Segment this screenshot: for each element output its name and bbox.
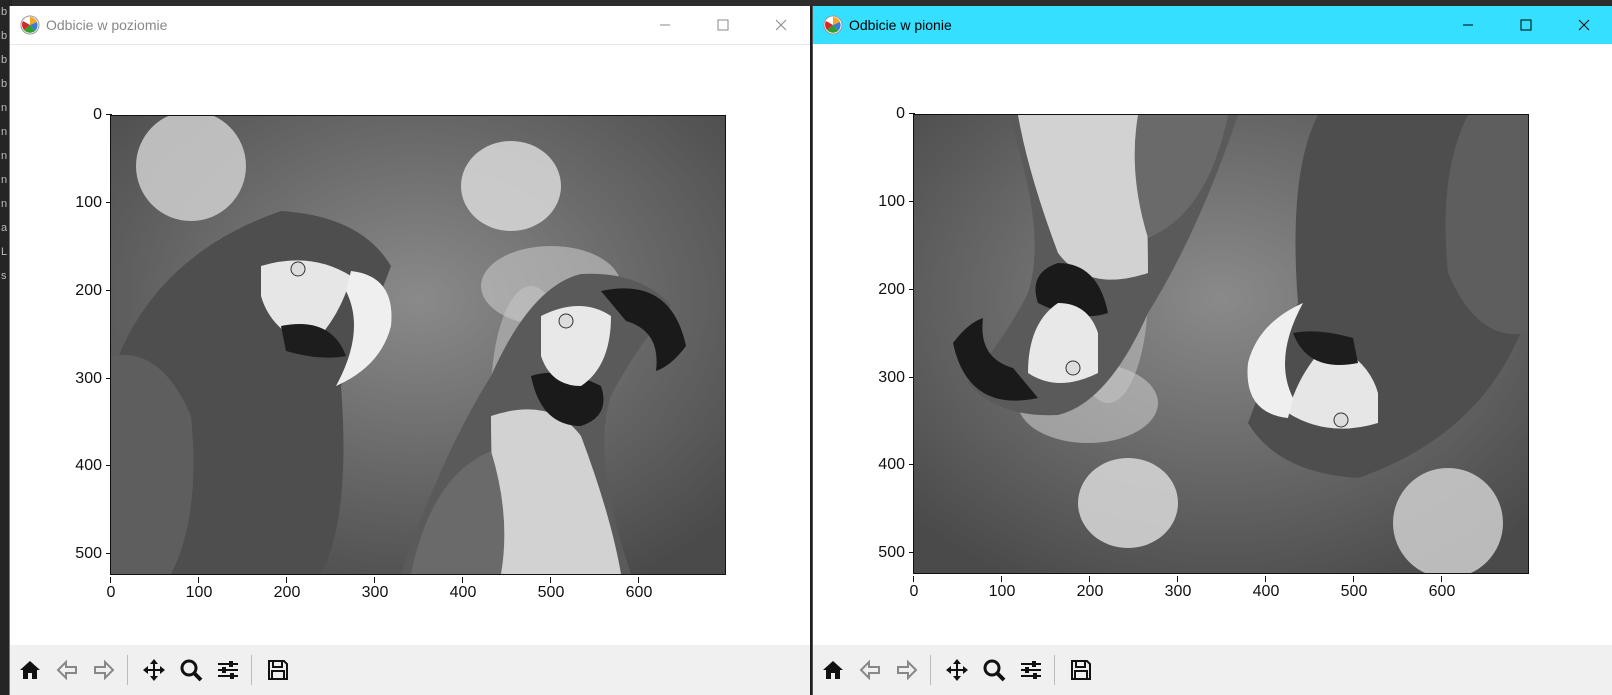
home-icon[interactable]: [816, 653, 850, 687]
image-axes[interactable]: [110, 115, 726, 575]
pan-icon[interactable]: [137, 653, 171, 687]
figure-canvas[interactable]: 0 100 200 300 400 500 0 100 200 300 400 …: [10, 45, 810, 646]
toolbar-separator: [251, 655, 252, 685]
ytick-label: 200: [42, 283, 112, 299]
ytick-label: 300: [845, 370, 915, 386]
matplotlib-logo-icon: [20, 15, 40, 35]
ytick-label: 500: [42, 546, 112, 562]
matplotlib-logo-icon: [823, 15, 843, 35]
pan-icon[interactable]: [940, 653, 974, 687]
zoom-icon[interactable]: [174, 653, 208, 687]
figure-window-vertical[interactable]: Odbicie w pionie 0 100 200 300 400 500 0…: [812, 6, 1612, 695]
xtick-label: 0: [86, 577, 136, 601]
navigation-toolbar: [10, 645, 810, 695]
zoom-icon[interactable]: [977, 653, 1011, 687]
back-arrow-icon[interactable]: [853, 653, 887, 687]
save-icon[interactable]: [261, 653, 295, 687]
title-bar[interactable]: Odbicie w pionie: [813, 6, 1612, 44]
figure-canvas[interactable]: 0 100 200 300 400 500 0 100 200 300 400 …: [813, 44, 1612, 645]
xtick-label: 200: [1065, 576, 1115, 600]
xtick-label: 300: [350, 577, 400, 601]
xtick-label: 200: [262, 577, 312, 601]
ytick-label: 100: [42, 195, 112, 211]
minimize-button[interactable]: [1439, 6, 1497, 44]
close-button[interactable]: [1555, 6, 1612, 44]
configure-icon[interactable]: [211, 653, 245, 687]
ytick-label: 0: [845, 106, 915, 122]
ytick-label: 300: [42, 371, 112, 387]
maximize-button[interactable]: [1497, 6, 1555, 44]
navigation-toolbar: [813, 645, 1612, 695]
home-icon[interactable]: [13, 653, 47, 687]
close-button[interactable]: [752, 6, 810, 44]
ytick-label: 200: [845, 282, 915, 298]
forward-arrow-icon[interactable]: [87, 653, 121, 687]
xtick-label: 400: [1241, 576, 1291, 600]
maximize-button[interactable]: [694, 6, 752, 44]
ytick-label: 400: [845, 457, 915, 473]
xtick-label: 600: [614, 577, 664, 601]
back-arrow-icon[interactable]: [50, 653, 84, 687]
xtick-label: 100: [977, 576, 1027, 600]
forward-arrow-icon[interactable]: [890, 653, 924, 687]
xtick-label: 300: [1153, 576, 1203, 600]
xtick-label: 500: [526, 577, 576, 601]
toolbar-separator: [1054, 655, 1055, 685]
xtick-label: 100: [174, 577, 224, 601]
configure-icon[interactable]: [1014, 653, 1048, 687]
xtick-label: 400: [438, 577, 488, 601]
parrots-image-horizontal-flip: [111, 116, 725, 574]
parrots-image-vertical-flip: [914, 115, 1528, 573]
figure-window-horizontal[interactable]: Odbicie w poziomie 0 100 200 300 400 500: [9, 6, 810, 695]
window-title: Odbicie w poziomie: [46, 17, 168, 33]
ytick-label: 0: [42, 107, 112, 123]
toolbar-separator: [930, 655, 931, 685]
toolbar-separator: [127, 655, 128, 685]
minimize-button[interactable]: [636, 6, 694, 44]
xtick-label: 0: [889, 576, 939, 600]
xtick-label: 500: [1329, 576, 1379, 600]
image-axes[interactable]: [913, 114, 1529, 574]
ytick-label: 500: [845, 545, 915, 561]
xtick-label: 600: [1417, 576, 1467, 600]
ytick-label: 100: [845, 194, 915, 210]
window-title: Odbicie w pionie: [849, 17, 952, 33]
ytick-label: 400: [42, 458, 112, 474]
save-icon[interactable]: [1064, 653, 1098, 687]
title-bar[interactable]: Odbicie w poziomie: [10, 6, 810, 45]
